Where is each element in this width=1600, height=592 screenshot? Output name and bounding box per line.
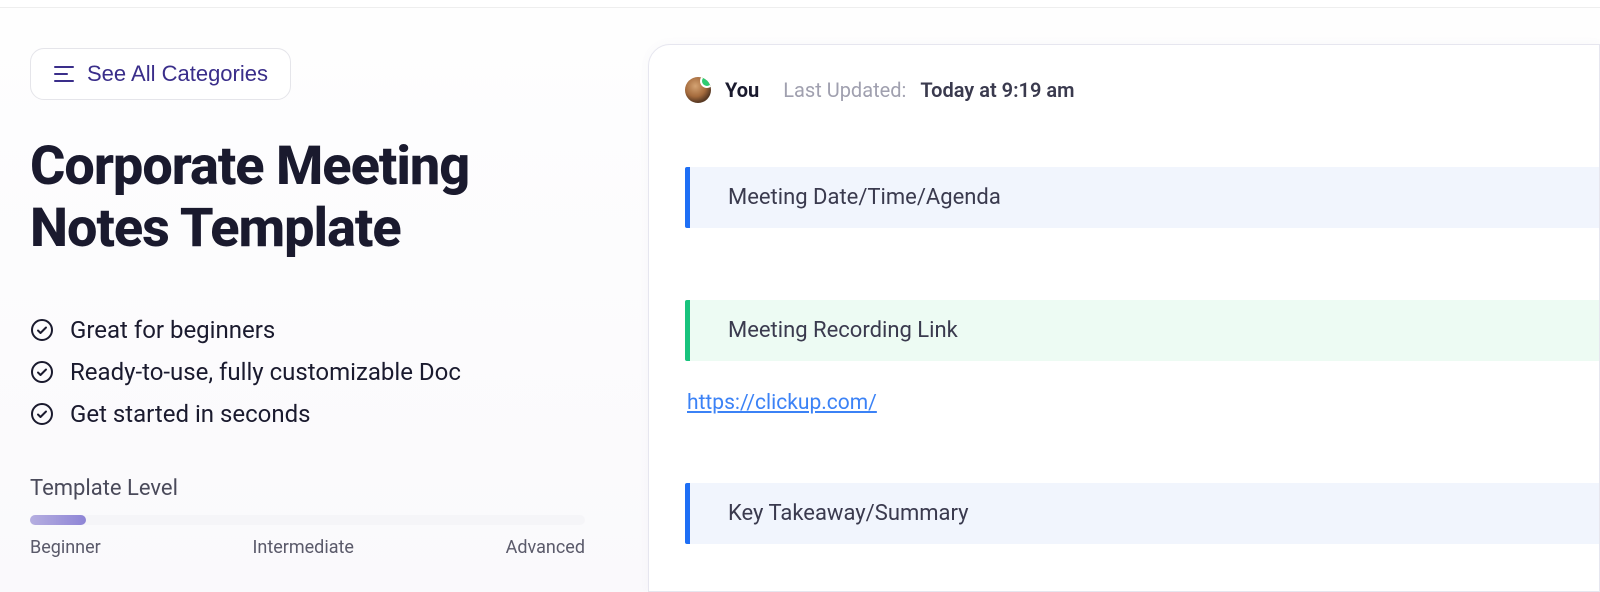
feature-text: Great for beginners [70, 316, 275, 344]
main-container: See All Categories Corporate Meeting Not… [0, 8, 1600, 592]
check-circle-icon [30, 402, 54, 426]
doc-header: You Last Updated: Today at 9:19 am [685, 77, 1599, 103]
template-level-label: Template Level [30, 476, 618, 501]
menu-icon [53, 65, 75, 83]
recording-block[interactable]: Meeting Recording Link [685, 300, 1599, 361]
last-updated-label: Last Updated: [783, 78, 906, 102]
check-circle-icon [30, 318, 54, 342]
last-updated-value: Today at 9:19 am [920, 78, 1074, 102]
agenda-text: Meeting Date/Time/Agenda [728, 185, 1001, 210]
agenda-block[interactable]: Meeting Date/Time/Agenda [685, 167, 1599, 228]
document-panel: You Last Updated: Today at 9:19 am Meeti… [648, 44, 1600, 592]
summary-block[interactable]: Key Takeaway/Summary [685, 483, 1599, 544]
tick-intermediate: Intermediate [252, 537, 353, 558]
author-label: You [725, 78, 759, 102]
feature-text: Get started in seconds [70, 400, 311, 428]
see-all-label: See All Categories [87, 61, 268, 87]
recording-link[interactable]: https://clickup.com/ [687, 391, 877, 415]
feature-list: Great for beginners Ready-to-use, fully … [30, 316, 618, 428]
summary-text: Key Takeaway/Summary [728, 501, 969, 526]
template-level-section: Template Level Beginner Intermediate Adv… [30, 476, 618, 558]
feature-text: Ready-to-use, fully customizable Doc [70, 358, 461, 386]
template-level-bar [30, 515, 585, 525]
left-panel: See All Categories Corporate Meeting Not… [0, 8, 648, 592]
see-all-categories-button[interactable]: See All Categories [30, 48, 291, 100]
check-circle-icon [30, 360, 54, 384]
avatar[interactable] [685, 77, 711, 103]
tick-advanced: Advanced [506, 537, 585, 558]
feature-item: Great for beginners [30, 316, 618, 344]
template-level-fill [30, 515, 86, 525]
feature-item: Ready-to-use, fully customizable Doc [30, 358, 618, 386]
template-level-ticks: Beginner Intermediate Advanced [30, 537, 585, 558]
recording-text: Meeting Recording Link [728, 318, 958, 343]
page-title: Corporate Meeting Notes Template [30, 136, 618, 260]
feature-item: Get started in seconds [30, 400, 618, 428]
tick-beginner: Beginner [30, 537, 101, 558]
top-border [0, 0, 1600, 8]
